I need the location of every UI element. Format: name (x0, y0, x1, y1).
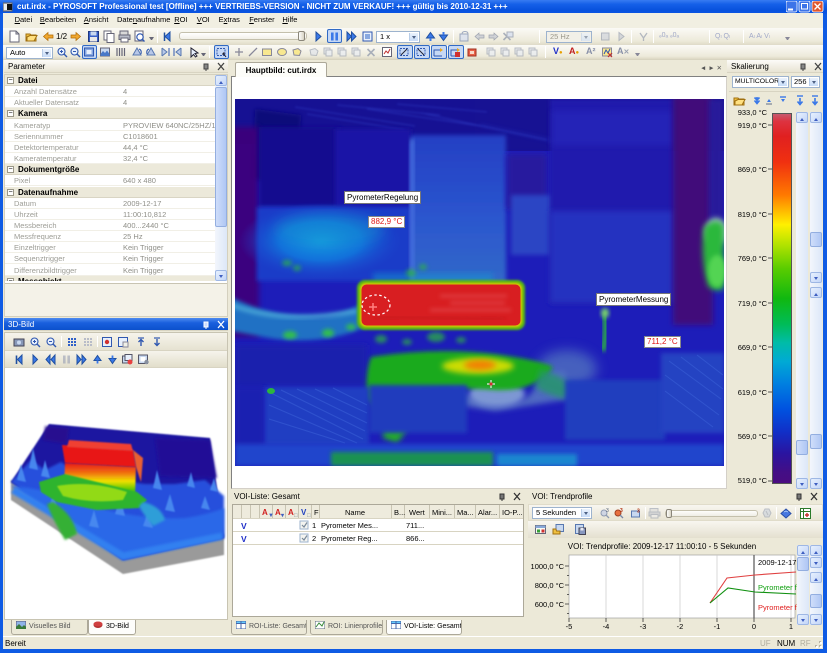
svg-text:Pyrometer f: Pyrometer f (758, 603, 798, 612)
svg-text:669,0 °C: 669,0 °C (738, 343, 768, 352)
svg-text:Pyrometer Reg...: Pyrometer Reg... (321, 534, 378, 543)
svg-text:619,0 °C: 619,0 °C (738, 388, 768, 397)
svg-text:0: 0 (752, 622, 756, 630)
svg-text:600,0 °C: 600,0 °C (535, 600, 565, 609)
svg-text:519,0 °C: 519,0 °C (738, 476, 768, 485)
svg-text:Alar...: Alar... (478, 508, 497, 517)
svg-text:800,0 °C: 800,0 °C (535, 581, 565, 590)
svg-text:2009-12-17: 2009-12-17 (758, 558, 796, 567)
svg-text:711...: 711... (406, 521, 424, 530)
svg-text:933,0 °C: 933,0 °C (738, 108, 768, 117)
svg-text:569,0 °C: 569,0 °C (738, 432, 768, 441)
svg-text:866...: 866... (406, 534, 425, 543)
svg-text:919,0 °C: 919,0 °C (738, 121, 768, 130)
svg-text:2: 2 (312, 534, 316, 543)
svg-text:Pyrometer f: Pyrometer f (758, 583, 798, 592)
svg-text:B...: B... (394, 508, 405, 517)
svg-text:-3: -3 (640, 622, 647, 630)
svg-text:3: 3 (637, 509, 640, 515)
svg-text:1000,0 °C: 1000,0 °C (531, 562, 565, 571)
svg-text:▼: ▼ (268, 513, 274, 519)
svg-text:F: F (314, 508, 319, 517)
svg-text:819,0 °C: 819,0 °C (738, 210, 768, 219)
svg-text:VOI: Trendprofile: 2009-12-17: VOI: Trendprofile: 2009-12-17 11:00:10 -… (568, 542, 756, 551)
svg-text:V: V (241, 521, 247, 531)
svg-text:□: □ (294, 513, 298, 519)
svg-text:769,0 °C: 769,0 °C (738, 254, 768, 263)
svg-text:3: 3 (606, 508, 609, 514)
svg-text:Pyrometer Mes...: Pyrometer Mes... (321, 521, 378, 530)
svg-text:-2: -2 (677, 622, 684, 630)
svg-text:-1: -1 (714, 622, 721, 630)
svg-text:IO-P...: IO-P... (502, 508, 523, 517)
svg-text:□: □ (307, 513, 311, 519)
svg-text:Ma...: Ma... (457, 508, 474, 517)
svg-text:-4: -4 (603, 622, 610, 630)
svg-text:Wert: Wert (409, 508, 426, 517)
svg-text:869,0 °C: 869,0 °C (738, 165, 768, 174)
svg-text:V: V (241, 534, 247, 544)
svg-text:Name: Name (345, 508, 365, 517)
svg-text:719,0 °C: 719,0 °C (738, 299, 768, 308)
svg-text:-5: -5 (566, 622, 573, 630)
svg-text:3: 3 (620, 508, 623, 514)
svg-text:1: 1 (789, 622, 793, 630)
svg-text:1: 1 (312, 521, 316, 530)
svg-text:Mini...: Mini... (432, 508, 452, 517)
